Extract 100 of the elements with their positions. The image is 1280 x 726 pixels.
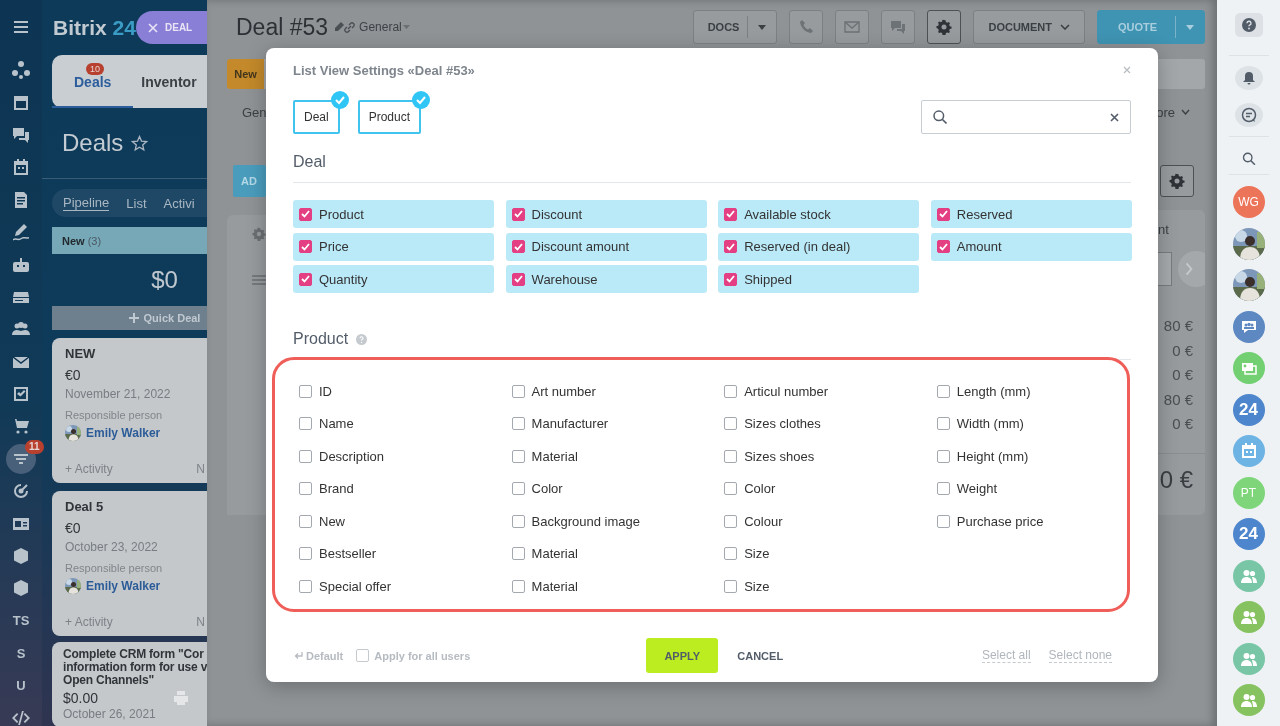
field-label[interactable]: Quantity	[319, 271, 368, 287]
field-label[interactable]: Articul number	[744, 383, 828, 399]
calendar-icon[interactable]	[11, 157, 31, 178]
settings-button[interactable]	[1160, 165, 1194, 197]
checkbox[interactable]	[511, 514, 525, 528]
card-title[interactable]: Deal 5	[65, 499, 207, 514]
chat-icon[interactable]	[1240, 106, 1257, 123]
docs-button[interactable]: DOCS	[692, 10, 778, 44]
contact-avatar[interactable]	[1232, 435, 1265, 468]
card-title[interactable]: NEW	[65, 346, 207, 361]
entity-chip[interactable]: Product	[357, 100, 422, 134]
field-label[interactable]: Size	[744, 578, 770, 594]
box-icon[interactable]	[11, 578, 31, 599]
field-option[interactable]: Colour	[718, 507, 920, 535]
deal-card[interactable]: Deal 5 €0 October 23, 2022 Responsible person Emily Walker + Activity N	[52, 491, 207, 636]
field-option[interactable]: Material	[505, 572, 707, 600]
field-option[interactable]: New	[293, 507, 494, 535]
field-label[interactable]: Colour	[744, 513, 783, 529]
notifications-button[interactable]	[1234, 66, 1263, 90]
messenger-button[interactable]	[1234, 102, 1263, 127]
field-label[interactable]: Height (mm)	[956, 448, 1029, 464]
contact-avatar[interactable]	[1232, 311, 1265, 343]
view-tab[interactable]: Pipeline	[63, 195, 110, 211]
field-label[interactable]: Price	[319, 239, 349, 254]
field-option[interactable]: Reserved	[930, 200, 1132, 228]
field-label[interactable]: Manufacturer	[531, 416, 609, 431]
contact-avatar[interactable]: 24	[1232, 518, 1265, 551]
field-label[interactable]: Discount	[531, 206, 583, 222]
field-option[interactable]: Width (mm)	[930, 409, 1132, 438]
apply-button[interactable]: APPLY	[646, 638, 719, 673]
field-option[interactable]: Amount	[930, 232, 1132, 261]
field-label[interactable]: Description	[319, 448, 385, 464]
field-option[interactable]: Quantity	[293, 265, 494, 293]
checkbox[interactable]	[299, 272, 312, 286]
contact-avatar[interactable]	[1232, 601, 1265, 634]
field-option[interactable]: Weight	[930, 474, 1132, 503]
checkbox[interactable]	[299, 449, 312, 463]
checkbox[interactable]	[724, 482, 738, 495]
checkbox[interactable]	[511, 449, 525, 463]
checkbox[interactable]	[511, 207, 525, 221]
checkbox[interactable]	[511, 240, 525, 253]
nav-item[interactable]: TS	[12, 613, 30, 629]
field-option[interactable]: Description	[293, 442, 494, 470]
checkbox[interactable]	[936, 514, 950, 528]
checkbox[interactable]	[936, 207, 950, 221]
field-label[interactable]: Brand	[319, 481, 354, 496]
cancel-button[interactable]: CANCEL	[731, 648, 790, 663]
search-icon[interactable]	[1240, 151, 1257, 166]
chevron-icon[interactable]	[1181, 109, 1190, 115]
checkbox[interactable]	[299, 384, 312, 398]
field-label[interactable]: Reserved (in deal)	[744, 239, 851, 254]
field-option[interactable]: Available stock	[718, 200, 920, 228]
clear-icon[interactable]	[1110, 112, 1119, 122]
contact-avatar[interactable]: 24	[1232, 394, 1265, 426]
arrow-button-icon[interactable]	[1178, 250, 1205, 288]
nav-item[interactable]: S	[16, 645, 26, 661]
plus-icon[interactable]	[128, 313, 139, 323]
field-label[interactable]: Reserved	[956, 206, 1013, 222]
phone-icon[interactable]	[798, 19, 815, 35]
checkbox[interactable]	[299, 207, 312, 221]
field-label[interactable]: Size	[744, 546, 770, 561]
field-option[interactable]: Art number	[505, 377, 707, 405]
checkbox[interactable]	[299, 547, 312, 560]
field-option[interactable]: Name	[293, 409, 494, 438]
checkbox[interactable]	[299, 417, 312, 430]
field-option[interactable]: Length (mm)	[930, 377, 1132, 405]
view-tab[interactable]: Activi	[163, 195, 195, 211]
field-label[interactable]: Discount amount	[531, 239, 630, 254]
checkbox[interactable]	[724, 272, 738, 286]
checkbox[interactable]	[724, 384, 738, 398]
field-option[interactable]: Reserved (in deal)	[718, 232, 920, 261]
field-option[interactable]: Brand	[293, 474, 494, 503]
field-label[interactable]: Shipped	[744, 271, 792, 287]
field-label[interactable]: Art number	[531, 383, 596, 399]
contact-avatar[interactable]	[1232, 684, 1265, 717]
contact-avatar[interactable]	[1232, 643, 1265, 675]
input-field[interactable]	[1158, 252, 1173, 286]
stage-step[interactable]: New	[227, 59, 264, 89]
settings-icon[interactable]	[252, 227, 266, 241]
pencil-icon[interactable]	[334, 22, 345, 32]
checkbox[interactable]	[299, 240, 312, 253]
card-title[interactable]: Open Channels"	[63, 674, 207, 687]
signature-icon[interactable]	[11, 222, 31, 243]
help-button[interactable]	[1234, 13, 1263, 37]
checkbox[interactable]	[724, 207, 738, 221]
field-label[interactable]: Amount	[956, 239, 1002, 254]
field-option[interactable]: Sizes shoes	[718, 442, 920, 470]
contact-avatar[interactable]	[1232, 352, 1265, 385]
field-option[interactable]: Purchase price	[930, 507, 1132, 535]
checkbox[interactable]	[356, 649, 370, 662]
field-option[interactable]: Size	[718, 539, 920, 568]
field-option[interactable]: ID	[293, 377, 494, 405]
field-label[interactable]: Special offer	[319, 578, 392, 594]
field-label[interactable]: Color	[531, 481, 563, 496]
field-option[interactable]: Material	[505, 442, 707, 470]
contact-avatar[interactable]	[1232, 560, 1265, 592]
field-option[interactable]: Color	[505, 474, 707, 503]
document-button[interactable]: DOCUMENT	[973, 10, 1085, 44]
caret-icon[interactable]	[401, 24, 411, 30]
field-label[interactable]: Product	[319, 206, 364, 222]
